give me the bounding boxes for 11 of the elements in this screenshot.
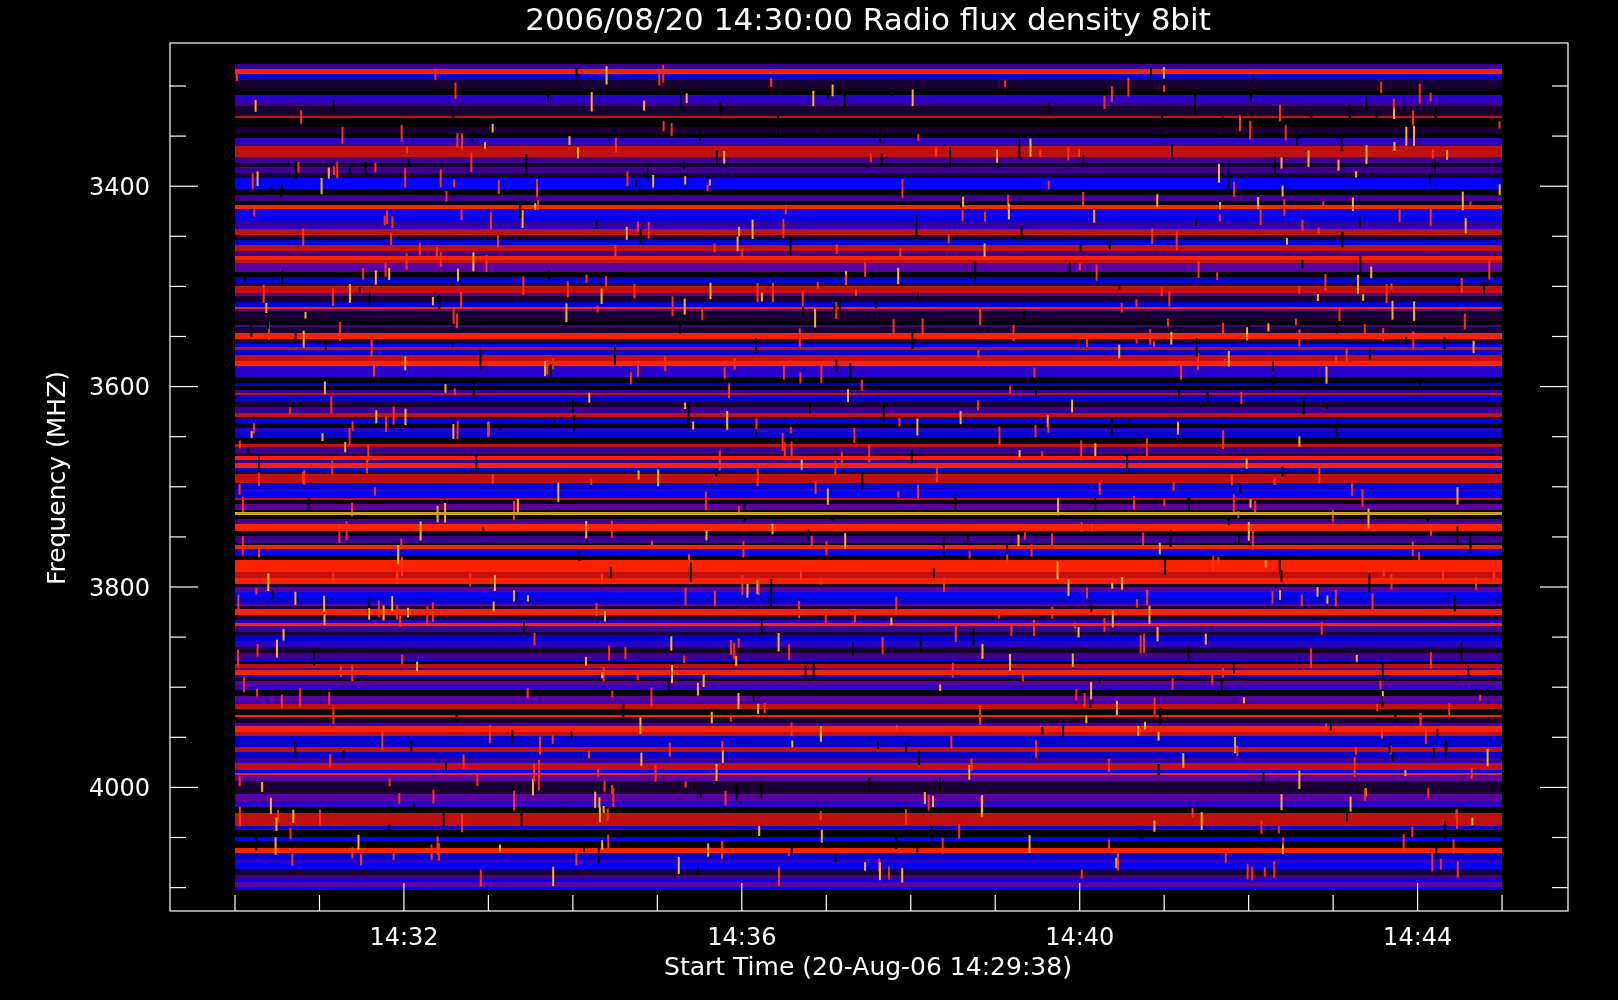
- y-tick-label: 4000: [88, 774, 150, 803]
- x-axis-label: Start Time (20-Aug-06 14:29:38): [664, 952, 1072, 981]
- y-axis-label: Frequency (MHZ): [42, 370, 71, 586]
- x-tick-label: 14:36: [707, 923, 777, 951]
- chart-title: 2006/08/20 14:30:00 Radio flux density 8bit: [525, 1, 1211, 37]
- y-tick-label: 3600: [88, 373, 150, 402]
- x-tick-label: 14:44: [1383, 923, 1453, 951]
- x-tick-label: 14:32: [369, 923, 439, 951]
- y-tick-label: 3400: [88, 173, 150, 201]
- x-tick-label: 14:40: [1045, 923, 1115, 951]
- y-tick-label: 3800: [88, 573, 150, 602]
